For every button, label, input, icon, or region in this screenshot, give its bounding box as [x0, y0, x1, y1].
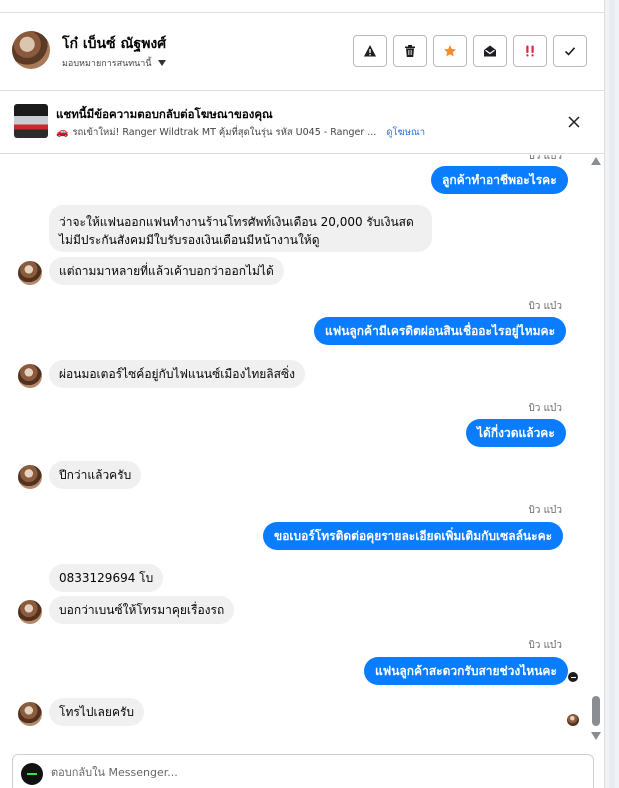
seen-by-page-icon	[567, 671, 579, 683]
message-line: ไม่มีประกันสังคมมีใบรับรองเงินเดือนมีหน้…	[59, 233, 320, 247]
message-thread[interactable]: บิว แบ๋ว ลูกค้าทำอาชีพอะไรคะ ว่าจะให้แฟน…	[0, 155, 604, 748]
outgoing-message[interactable]: แฟนลูกค้ามีเครดิตผ่อนสินเชื่ออะไรอยู่ไหม…	[314, 317, 567, 345]
outgoing-message[interactable]: แฟนลูกค้าสะดวกรับสายช่วงไหนคะ	[364, 657, 568, 685]
incoming-message[interactable]: โทรไปเลยครับ	[49, 698, 145, 726]
mark-unread-button[interactable]	[473, 35, 507, 67]
reply-input[interactable]	[51, 766, 571, 779]
seen-by-contact-icon	[567, 714, 579, 726]
assign-conversation-dropdown[interactable]: มอบหมายการสนทนานี้	[62, 56, 166, 70]
envelope-open-icon	[484, 45, 496, 57]
follow-up-button[interactable]	[513, 35, 547, 67]
incoming-message[interactable]: แต่ถามมาหลายที่แล้วเค้าบอกว่าออกไม่ได้	[49, 257, 284, 285]
car-icon: 🚗	[56, 127, 69, 138]
scroll-down-arrow-icon[interactable]	[591, 732, 601, 740]
page-avatar	[21, 763, 43, 785]
trash-icon	[405, 45, 415, 57]
sender-name: บิว แบ๋ว	[528, 640, 562, 651]
check-icon	[564, 47, 576, 56]
incoming-message[interactable]: ปีกว่าแล้วครับ	[49, 461, 142, 489]
close-icon[interactable]	[566, 114, 582, 130]
view-ad-link[interactable]: ดูโฆษณา	[386, 125, 425, 140]
contact-avatar-small[interactable]	[18, 261, 42, 285]
reply-composer[interactable]	[12, 754, 594, 788]
delete-button[interactable]	[393, 35, 427, 67]
incoming-message[interactable]: 0833129694 โบ	[49, 564, 164, 592]
contact-avatar-small[interactable]	[18, 465, 42, 489]
sender-name: บิว แบ๋ว	[528, 301, 562, 312]
contact-avatar-small[interactable]	[18, 702, 42, 726]
star-icon	[444, 45, 456, 57]
message-line: ว่าจะให้แฟนออกแฟนทำงานร้านโทรศัพท์เงินเด…	[59, 215, 414, 229]
incoming-message[interactable]: บอกว่าเบนซ์ให้โทรมาคุยเรื่องรถ	[49, 596, 235, 624]
incoming-message[interactable]: ผ่อนมอเตอร์ไซค์อยู่กับไฟแนนซ์เมืองไทยลิส…	[49, 360, 305, 388]
scroll-up-arrow-icon[interactable]	[591, 157, 601, 165]
sender-name: บิว แบ๋ว	[528, 403, 562, 414]
conversation-header: โก๋ เบ็นซ์ ณัฐพงศ์ มอบหมายการสนทนานี้	[0, 13, 604, 91]
ad-thumbnail[interactable]	[14, 104, 48, 138]
double-exclamation-icon	[526, 45, 534, 57]
banner-subtitle: 🚗 รถเข้าใหม่! Ranger Wildtrak MT คุ้มที่…	[56, 125, 425, 140]
contact-avatar-small[interactable]	[18, 600, 42, 624]
contact-avatar[interactable]	[12, 31, 50, 69]
ad-reply-banner: แชทนี้มีข้อความตอบกลับต่อโฆษณาของคุณ 🚗 ร…	[0, 92, 604, 154]
contact-avatar-small[interactable]	[18, 364, 42, 388]
outgoing-message[interactable]: ได้กี่งวดแล้วคะ	[466, 419, 566, 447]
outgoing-message[interactable]: ลูกค้าทำอาชีพอะไรคะ	[431, 166, 568, 194]
incoming-message[interactable]: ว่าจะให้แฟนออกแฟนทำงานร้านโทรศัพท์เงินเด…	[49, 205, 432, 252]
sender-name: บิว แบ๋ว	[528, 155, 562, 162]
mark-spam-button[interactable]	[353, 35, 387, 67]
warning-icon	[364, 45, 376, 57]
contact-name[interactable]: โก๋ เบ็นซ์ ณัฐพงศ์	[62, 33, 166, 55]
mark-done-button[interactable]	[553, 35, 587, 67]
conversation-panel: โก๋ เบ็นซ์ ณัฐพงศ์ มอบหมายการสนทนานี้ แช…	[0, 0, 604, 788]
outgoing-message[interactable]: ขอเบอร์โทรติดต่อคุยรายละเอียดเพิ่มเติมกั…	[263, 522, 564, 550]
sender-name: บิว แบ๋ว	[528, 505, 562, 516]
assign-label: มอบหมายการสนทนานี้	[62, 59, 152, 69]
outer-scrollbar-track[interactable]	[609, 0, 615, 788]
star-button[interactable]	[433, 35, 467, 67]
scrollbar-thumb[interactable]	[592, 696, 600, 726]
outer-scrollbar	[604, 0, 619, 788]
header-actions	[353, 35, 587, 67]
ad-caption: รถเข้าใหม่! Ranger Wildtrak MT คุ้มที่สุ…	[72, 127, 377, 138]
banner-title: แชทนี้มีข้อความตอบกลับต่อโฆษณาของคุณ	[56, 107, 273, 121]
caret-down-icon	[157, 60, 166, 66]
